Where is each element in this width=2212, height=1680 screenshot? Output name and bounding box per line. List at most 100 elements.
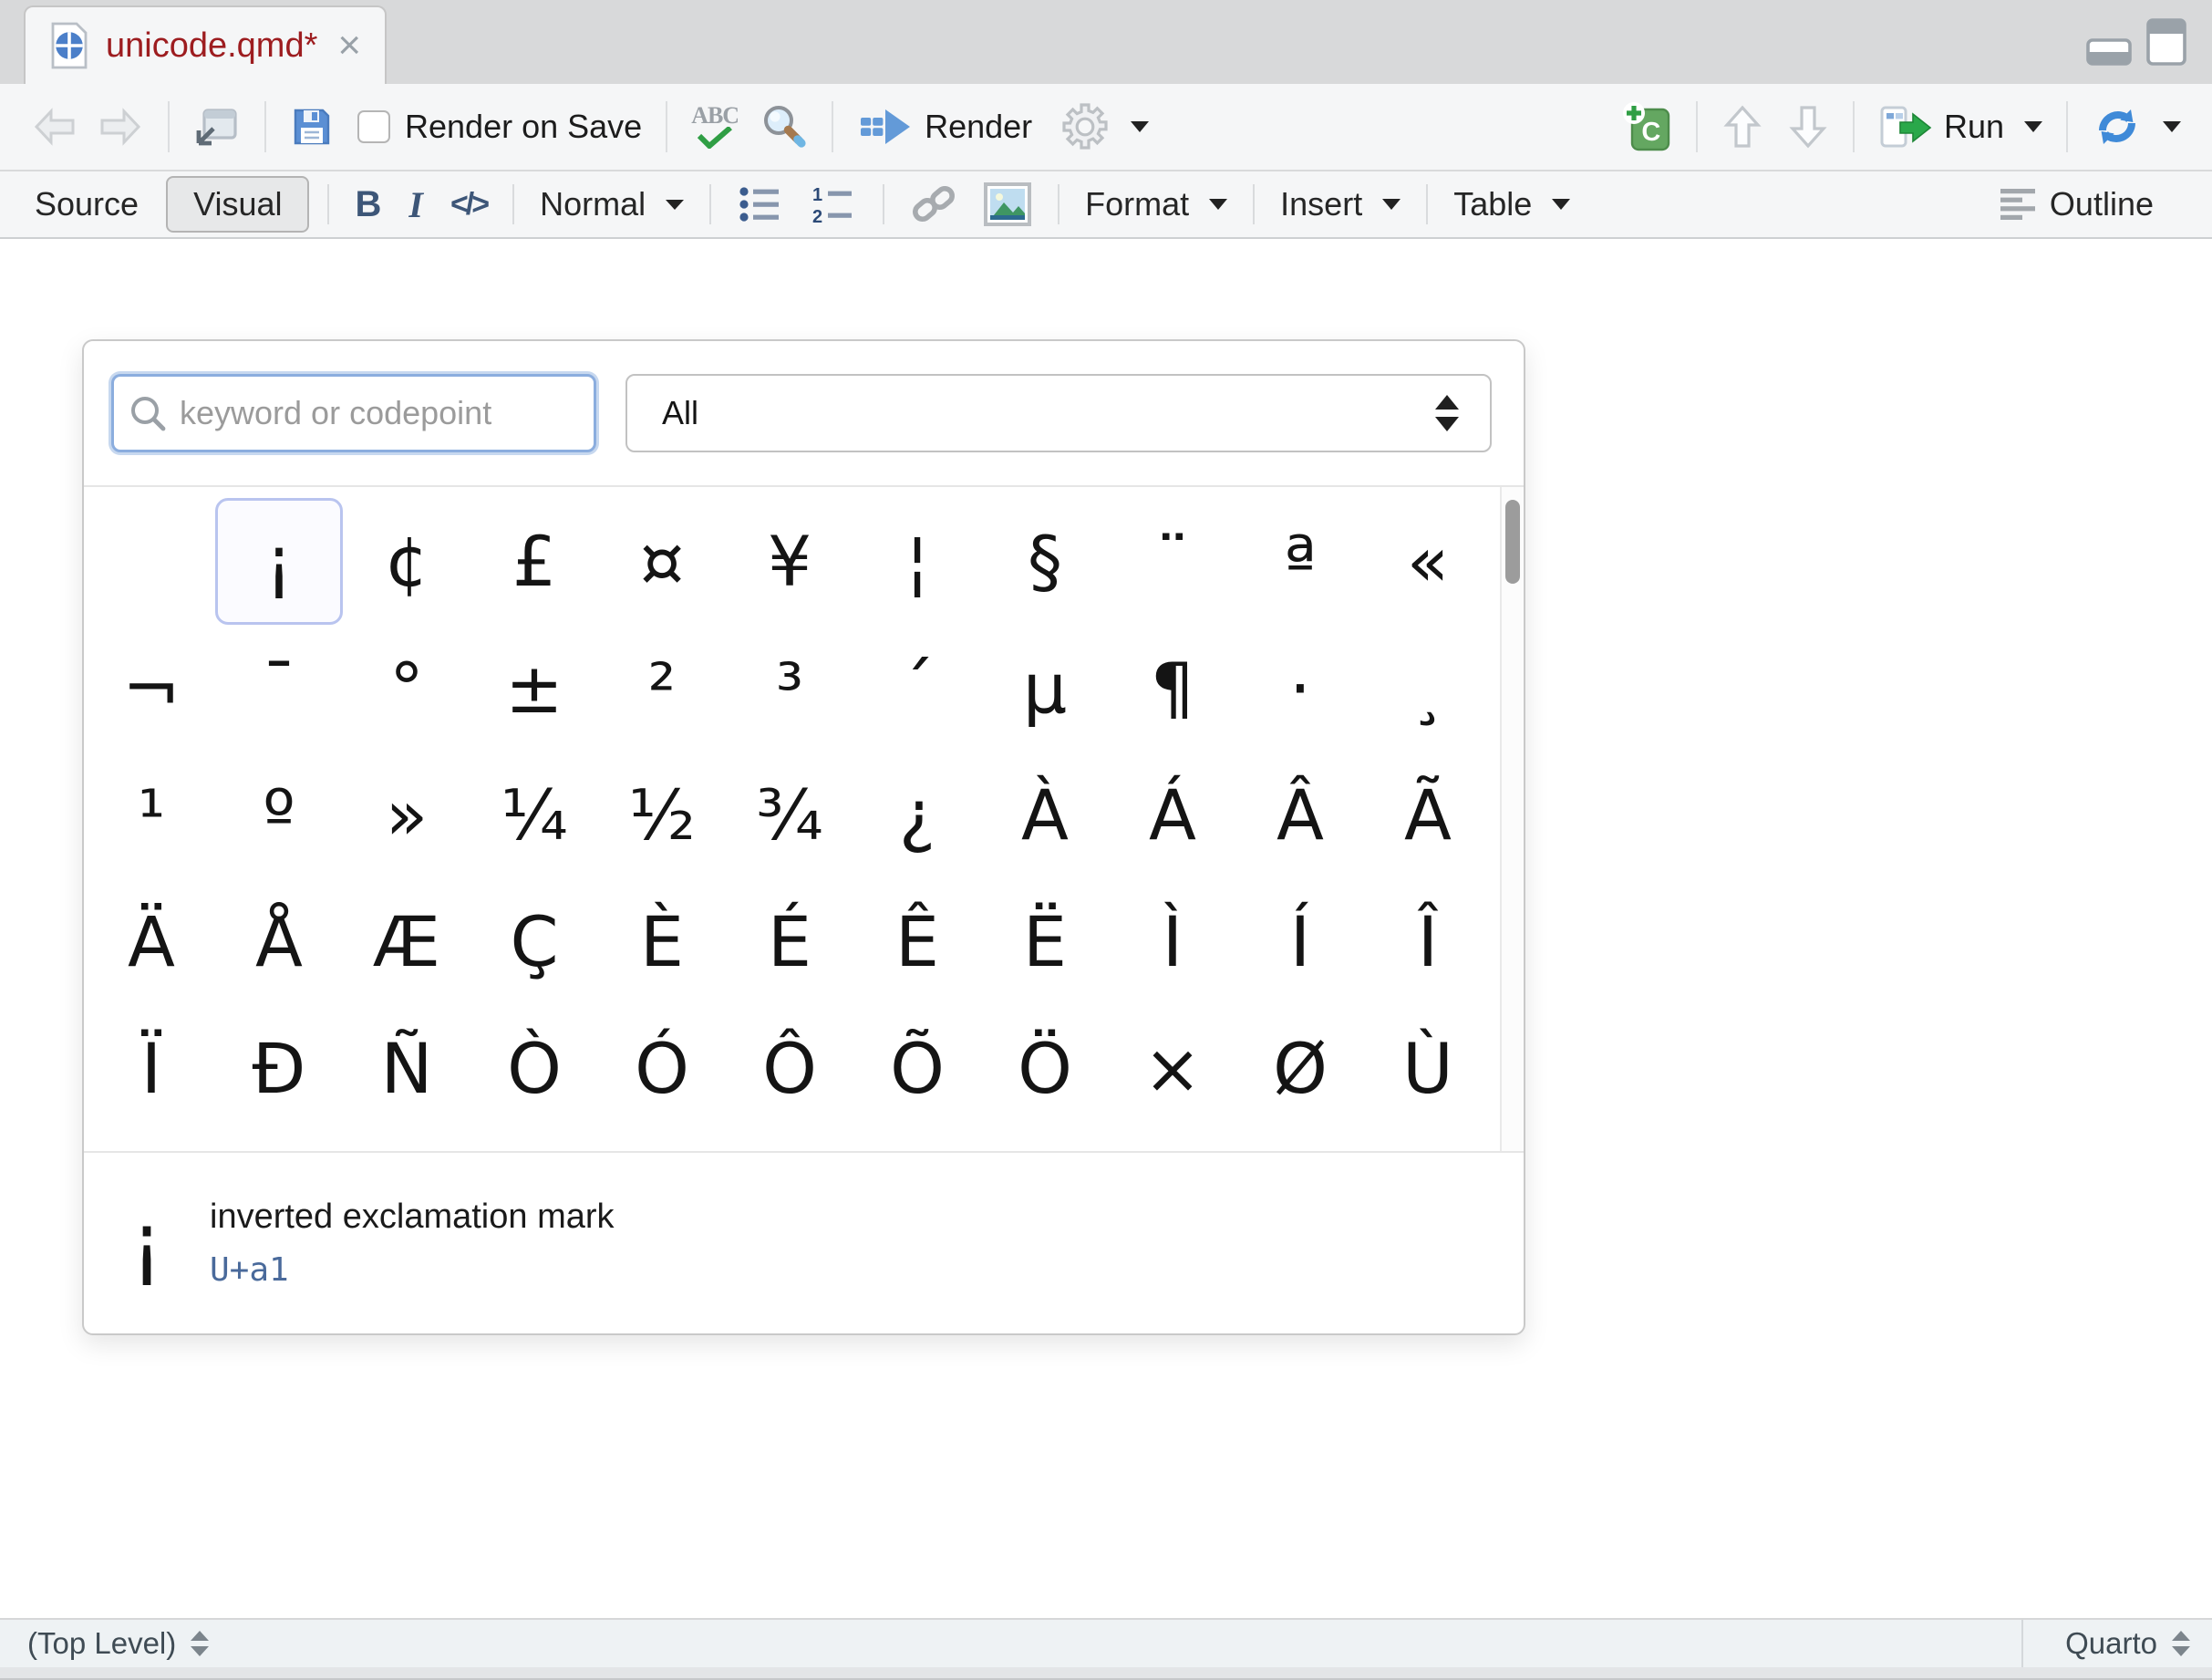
visual-mode-button[interactable]: Visual xyxy=(166,176,309,233)
symbol-cell[interactable]: Ò xyxy=(470,1005,598,1132)
symbol-cell[interactable]: ³ xyxy=(726,625,853,752)
symbol-cell[interactable]: Ì xyxy=(1109,878,1236,1005)
symbol-cell[interactable]: Ø xyxy=(1236,1005,1364,1132)
symbol-cell[interactable]: Ë xyxy=(981,878,1109,1005)
window-bottom-edge xyxy=(0,1667,2212,1678)
symbol-cell[interactable]: Ó xyxy=(598,1005,726,1132)
visual-editor-canvas[interactable]: All ¡¢£¤¥¦§¨ª« ¬¯°±²³´µ¶·¸ ¹º»¼½¾¿ÀÁÂÃ ÄÅÆÇ… xyxy=(0,239,2212,1618)
symbol-cell[interactable]: É xyxy=(726,878,853,1005)
paragraph-style-dropdown[interactable]: Normal xyxy=(532,180,691,229)
forward-button[interactable] xyxy=(88,100,151,153)
symbol-cell[interactable]: È xyxy=(598,878,726,1005)
bullet-list-button[interactable] xyxy=(729,178,791,231)
symbol-search-input[interactable] xyxy=(111,374,596,452)
symbol-cell[interactable]: º xyxy=(215,752,343,878)
symbol-cell[interactable]: ¡ xyxy=(215,498,343,625)
symbol-cell[interactable]: Í xyxy=(1236,878,1364,1005)
symbol-cell[interactable]: ² xyxy=(598,625,726,752)
symbol-cell[interactable]: Ô xyxy=(726,1005,853,1132)
svg-text:2: 2 xyxy=(812,207,822,225)
symbol-cell[interactable]: × xyxy=(1109,1005,1236,1132)
bold-button[interactable]: B xyxy=(347,179,388,231)
symbol-cell[interactable]: ½ xyxy=(598,752,726,878)
symbol-cell[interactable]: Å xyxy=(215,878,343,1005)
symbol-cell[interactable]: Ñ xyxy=(343,1005,470,1132)
symbol-cell[interactable]: ¯ xyxy=(215,625,343,752)
symbol-cell[interactable]: · xyxy=(1236,625,1364,752)
symbol-cell[interactable]: ¬ xyxy=(88,625,215,752)
table-menu[interactable]: Table xyxy=(1446,180,1577,229)
back-button[interactable] xyxy=(24,100,88,153)
previous-chunk-button[interactable] xyxy=(1714,97,1771,157)
symbol-cell[interactable]: Á xyxy=(1109,752,1236,878)
numbered-list-button[interactable]: 1 2 xyxy=(802,178,864,231)
symbol-cell[interactable]: À xyxy=(981,752,1109,878)
symbol-cell[interactable]: ¿ xyxy=(853,752,981,878)
run-button[interactable]: Run xyxy=(1871,99,2050,155)
scrollbar-track[interactable] xyxy=(1500,487,1524,1151)
render-on-save-checkbox[interactable]: Render on Save xyxy=(350,102,649,151)
symbol-cell[interactable]: ¾ xyxy=(726,752,853,878)
find-replace-button[interactable] xyxy=(751,97,815,157)
symbol-cell[interactable]: £ xyxy=(470,498,598,625)
symbol-cell[interactable]: Ç xyxy=(470,878,598,1005)
symbol-cell[interactable] xyxy=(88,498,215,625)
render-button[interactable]: Render xyxy=(850,99,1039,154)
symbol-cell[interactable]: Ð xyxy=(215,1005,343,1132)
symbol-cell[interactable]: ¸ xyxy=(1364,625,1492,752)
symbol-cell[interactable]: ¤ xyxy=(598,498,726,625)
symbol-cell[interactable]: ° xyxy=(343,625,470,752)
symbol-cell[interactable]: ¢ xyxy=(343,498,470,625)
symbol-cell[interactable]: « xyxy=(1364,498,1492,625)
symbol-cell[interactable]: ¹ xyxy=(88,752,215,878)
symbol-cell[interactable]: µ xyxy=(981,625,1109,752)
symbol-cell[interactable]: Ä xyxy=(88,878,215,1005)
symbol-cell[interactable]: ¨ xyxy=(1109,498,1236,625)
spellcheck-button[interactable]: ABC xyxy=(684,99,746,153)
symbol-cell[interactable]: Î xyxy=(1364,878,1492,1005)
scope-selector[interactable]: (Top Level) xyxy=(27,1626,211,1661)
symbol-cell[interactable]: Õ xyxy=(853,1005,981,1132)
symbol-cell[interactable]: Ù xyxy=(1364,1005,1492,1132)
insert-chunk-button[interactable]: C xyxy=(1614,95,1680,159)
italic-button[interactable]: I xyxy=(401,178,430,232)
open-in-new-window-button[interactable] xyxy=(186,99,248,154)
dropdown-caret-icon xyxy=(1209,199,1227,210)
next-chunk-button[interactable] xyxy=(1780,97,1836,157)
symbol-cell[interactable]: § xyxy=(981,498,1109,625)
image-button[interactable] xyxy=(976,176,1039,233)
render-options-button[interactable] xyxy=(1052,96,1156,158)
outline-toggle-button[interactable]: Outline xyxy=(1990,180,2161,229)
source-mode-button[interactable]: Source xyxy=(27,180,146,229)
symbol-category-select[interactable]: All xyxy=(625,374,1492,452)
link-button[interactable] xyxy=(903,177,965,232)
symbol-cell[interactable]: » xyxy=(343,752,470,878)
code-button[interactable]: </> xyxy=(443,181,494,228)
document-format-selector[interactable]: Quarto xyxy=(2021,1620,2212,1667)
symbol-cell[interactable]: Ê xyxy=(853,878,981,1005)
symbol-cell[interactable]: Ï xyxy=(88,1005,215,1132)
insert-chunk-icon: C xyxy=(1621,100,1672,153)
symbol-cell[interactable]: ± xyxy=(470,625,598,752)
symbol-cell[interactable]: Â xyxy=(1236,752,1364,878)
symbol-cell[interactable]: ¶ xyxy=(1109,625,1236,752)
tab-unicode-qmd[interactable]: unicode.qmd* × xyxy=(24,5,387,84)
source-commands-button[interactable] xyxy=(2084,98,2188,156)
insert-menu[interactable]: Insert xyxy=(1273,180,1408,229)
symbol-cell[interactable]: ´ xyxy=(853,625,981,752)
checkbox-box[interactable] xyxy=(357,110,390,143)
symbol-cell[interactable]: Æ xyxy=(343,878,470,1005)
scrollbar-thumb[interactable] xyxy=(1505,500,1520,584)
maximize-pane-icon[interactable] xyxy=(2146,18,2186,66)
tab-close-icon[interactable]: × xyxy=(337,26,361,66)
symbol-cell[interactable]: Ö xyxy=(981,1005,1109,1132)
format-menu[interactable]: Format xyxy=(1078,180,1235,229)
symbol-cell[interactable]: ¼ xyxy=(470,752,598,878)
gear-icon xyxy=(1059,101,1111,152)
symbol-cell[interactable]: ª xyxy=(1236,498,1364,625)
symbol-cell[interactable]: Ã xyxy=(1364,752,1492,878)
save-button[interactable] xyxy=(283,99,341,154)
symbol-cell[interactable]: ¥ xyxy=(726,498,853,625)
minimize-pane-icon[interactable] xyxy=(2086,27,2132,66)
symbol-cell[interactable]: ¦ xyxy=(853,498,981,625)
